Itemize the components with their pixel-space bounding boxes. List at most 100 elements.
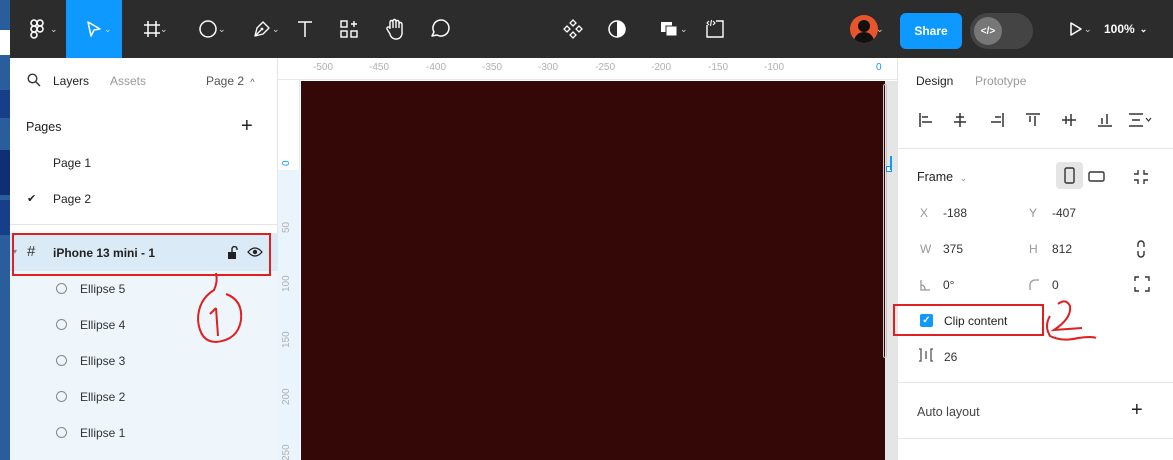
desktop-strip xyxy=(0,0,10,460)
annotation-box-2 xyxy=(893,304,1044,336)
tab-assets[interactable]: Assets xyxy=(110,74,146,88)
x-label: X xyxy=(920,206,929,220)
resize-to-fit-icon[interactable] xyxy=(1133,169,1149,185)
ruler-tick: -250 xyxy=(595,62,616,73)
frame-iphone-13-mini[interactable] xyxy=(301,81,885,460)
add-page-icon[interactable]: + xyxy=(241,115,253,138)
radius-input[interactable]: 0 xyxy=(1052,278,1059,292)
horizontal-ruler: -500 -450 -400 -350 -300 -250 -200 -150 … xyxy=(278,58,897,80)
resources-icon xyxy=(340,20,358,38)
spacing-icon xyxy=(919,348,933,362)
w-label: W xyxy=(920,242,932,256)
independent-corners-icon[interactable] xyxy=(1134,276,1150,292)
move-tool-button[interactable]: ⌄ xyxy=(66,0,122,58)
boolean-icon xyxy=(661,22,678,37)
avatar xyxy=(850,15,878,43)
ruler-tick: -500 xyxy=(313,62,334,73)
selection-edge xyxy=(890,156,892,170)
avatar-menu[interactable]: ⌄ xyxy=(836,0,892,58)
h-label: H xyxy=(1029,242,1038,256)
frame-section-title[interactable]: Frame ⌄ xyxy=(917,170,967,184)
add-auto-layout-icon[interactable]: + xyxy=(1131,399,1143,422)
y-input[interactable]: -407 xyxy=(1052,206,1076,220)
main-menu-button[interactable]: ⌄ xyxy=(16,0,60,58)
ellipse-icon xyxy=(56,427,67,438)
annotation-circle-2: 2 xyxy=(1040,296,1097,341)
devmode-icon xyxy=(706,19,724,38)
align-center-horizontal-icon[interactable] xyxy=(952,112,968,128)
toolbar: ⌄ ⌄ ⌄ ⌄ ⌄ ⌄ ⌄ Share </> ⌄ 100% ⌄ xyxy=(10,0,1173,58)
layer-label: Ellipse 1 xyxy=(80,426,126,440)
current-page-selector[interactable]: Page 2 ^ xyxy=(206,74,255,88)
layer-row[interactable]: Ellipse 2 xyxy=(10,379,278,415)
ruler-tick: 50 xyxy=(281,221,292,233)
frame-tool-button[interactable]: ⌄ xyxy=(130,0,174,58)
annotation-label-2: 2 xyxy=(1040,296,1041,297)
frame-tool-icon xyxy=(144,21,160,37)
device-portrait-button[interactable] xyxy=(1056,162,1083,189)
shape-tool-button[interactable]: ⌄ xyxy=(186,0,230,58)
x-input[interactable]: -188 xyxy=(943,206,967,220)
distribute-icon[interactable] xyxy=(1128,112,1152,128)
constrain-proportions-icon[interactable] xyxy=(1135,240,1147,258)
zoom-label: 100% xyxy=(1104,22,1135,36)
left-panel: Layers Assets Page 2 ^ Pages + Page 1 ✔ … xyxy=(10,58,278,460)
page-item-2[interactable]: Page 2 xyxy=(53,192,91,206)
text-tool-icon xyxy=(298,21,312,37)
chevron-down-icon: ⌄ xyxy=(959,173,968,183)
present-button[interactable]: ⌄ xyxy=(1056,0,1096,58)
comment-tool-button[interactable] xyxy=(426,0,452,58)
share-button[interactable]: Share xyxy=(900,13,962,49)
layer-label: Ellipse 4 xyxy=(80,318,126,332)
ruler-tick: 0 xyxy=(876,62,882,73)
hand-tool-button[interactable] xyxy=(382,0,408,58)
align-left-icon[interactable] xyxy=(918,112,934,128)
page-item-1[interactable]: Page 1 xyxy=(53,156,91,170)
mask-button[interactable] xyxy=(604,0,630,58)
align-center-vertical-icon[interactable] xyxy=(1061,112,1077,128)
shape-tool-icon xyxy=(199,20,217,38)
annotation-circle-1: 1 xyxy=(196,272,243,344)
rotation-icon xyxy=(920,280,930,291)
devmode-button[interactable] xyxy=(702,0,728,58)
pen-tool-button[interactable]: ⌄ xyxy=(240,0,284,58)
search-icon[interactable] xyxy=(27,73,41,87)
comment-tool-icon xyxy=(431,19,450,37)
dev-mode-knob: </> xyxy=(974,17,1002,45)
ellipse-icon xyxy=(56,355,67,366)
ellipse-icon xyxy=(56,319,67,330)
align-bottom-icon[interactable] xyxy=(1097,112,1113,128)
ruler-selection-highlight xyxy=(278,170,300,460)
current-page-label: Page 2 xyxy=(206,74,245,88)
rotation-input[interactable]: 0° xyxy=(943,278,954,292)
w-input[interactable]: 375 xyxy=(943,242,963,256)
layer-row[interactable]: Ellipse 1 xyxy=(10,415,278,460)
tab-design[interactable]: Design xyxy=(916,74,953,88)
dev-mode-toggle[interactable]: </> xyxy=(970,13,1033,49)
align-right-icon[interactable] xyxy=(989,112,1005,128)
ruler-tick: -450 xyxy=(369,62,390,73)
ruler-tick: -350 xyxy=(482,62,503,73)
canvas[interactable] xyxy=(301,81,897,460)
component-button[interactable] xyxy=(560,0,586,58)
zoom-menu[interactable]: 100% ⌄ xyxy=(1104,0,1147,58)
mask-icon xyxy=(608,20,626,38)
ruler-tick: -150 xyxy=(708,62,729,73)
h-input[interactable]: 812 xyxy=(1052,242,1072,256)
resources-button[interactable] xyxy=(336,0,362,58)
divider xyxy=(10,224,278,225)
text-tool-button[interactable] xyxy=(292,0,318,58)
tab-prototype[interactable]: Prototype xyxy=(975,74,1026,88)
boolean-button[interactable]: ⌄ xyxy=(650,0,690,58)
canvas-scrollbar[interactable] xyxy=(883,84,887,358)
spacing-input[interactable]: 26 xyxy=(944,350,957,364)
pages-title: Pages xyxy=(26,120,62,134)
ruler-tick: -400 xyxy=(426,62,447,73)
align-top-icon[interactable] xyxy=(1025,112,1041,128)
ellipse-icon xyxy=(56,283,67,294)
tab-layers[interactable]: Layers xyxy=(53,74,89,88)
corner-radius-icon xyxy=(1029,279,1039,290)
main-menu-icon xyxy=(30,19,44,39)
ruler-tick: 250 xyxy=(281,444,292,460)
phone-landscape-icon[interactable] xyxy=(1088,171,1105,182)
